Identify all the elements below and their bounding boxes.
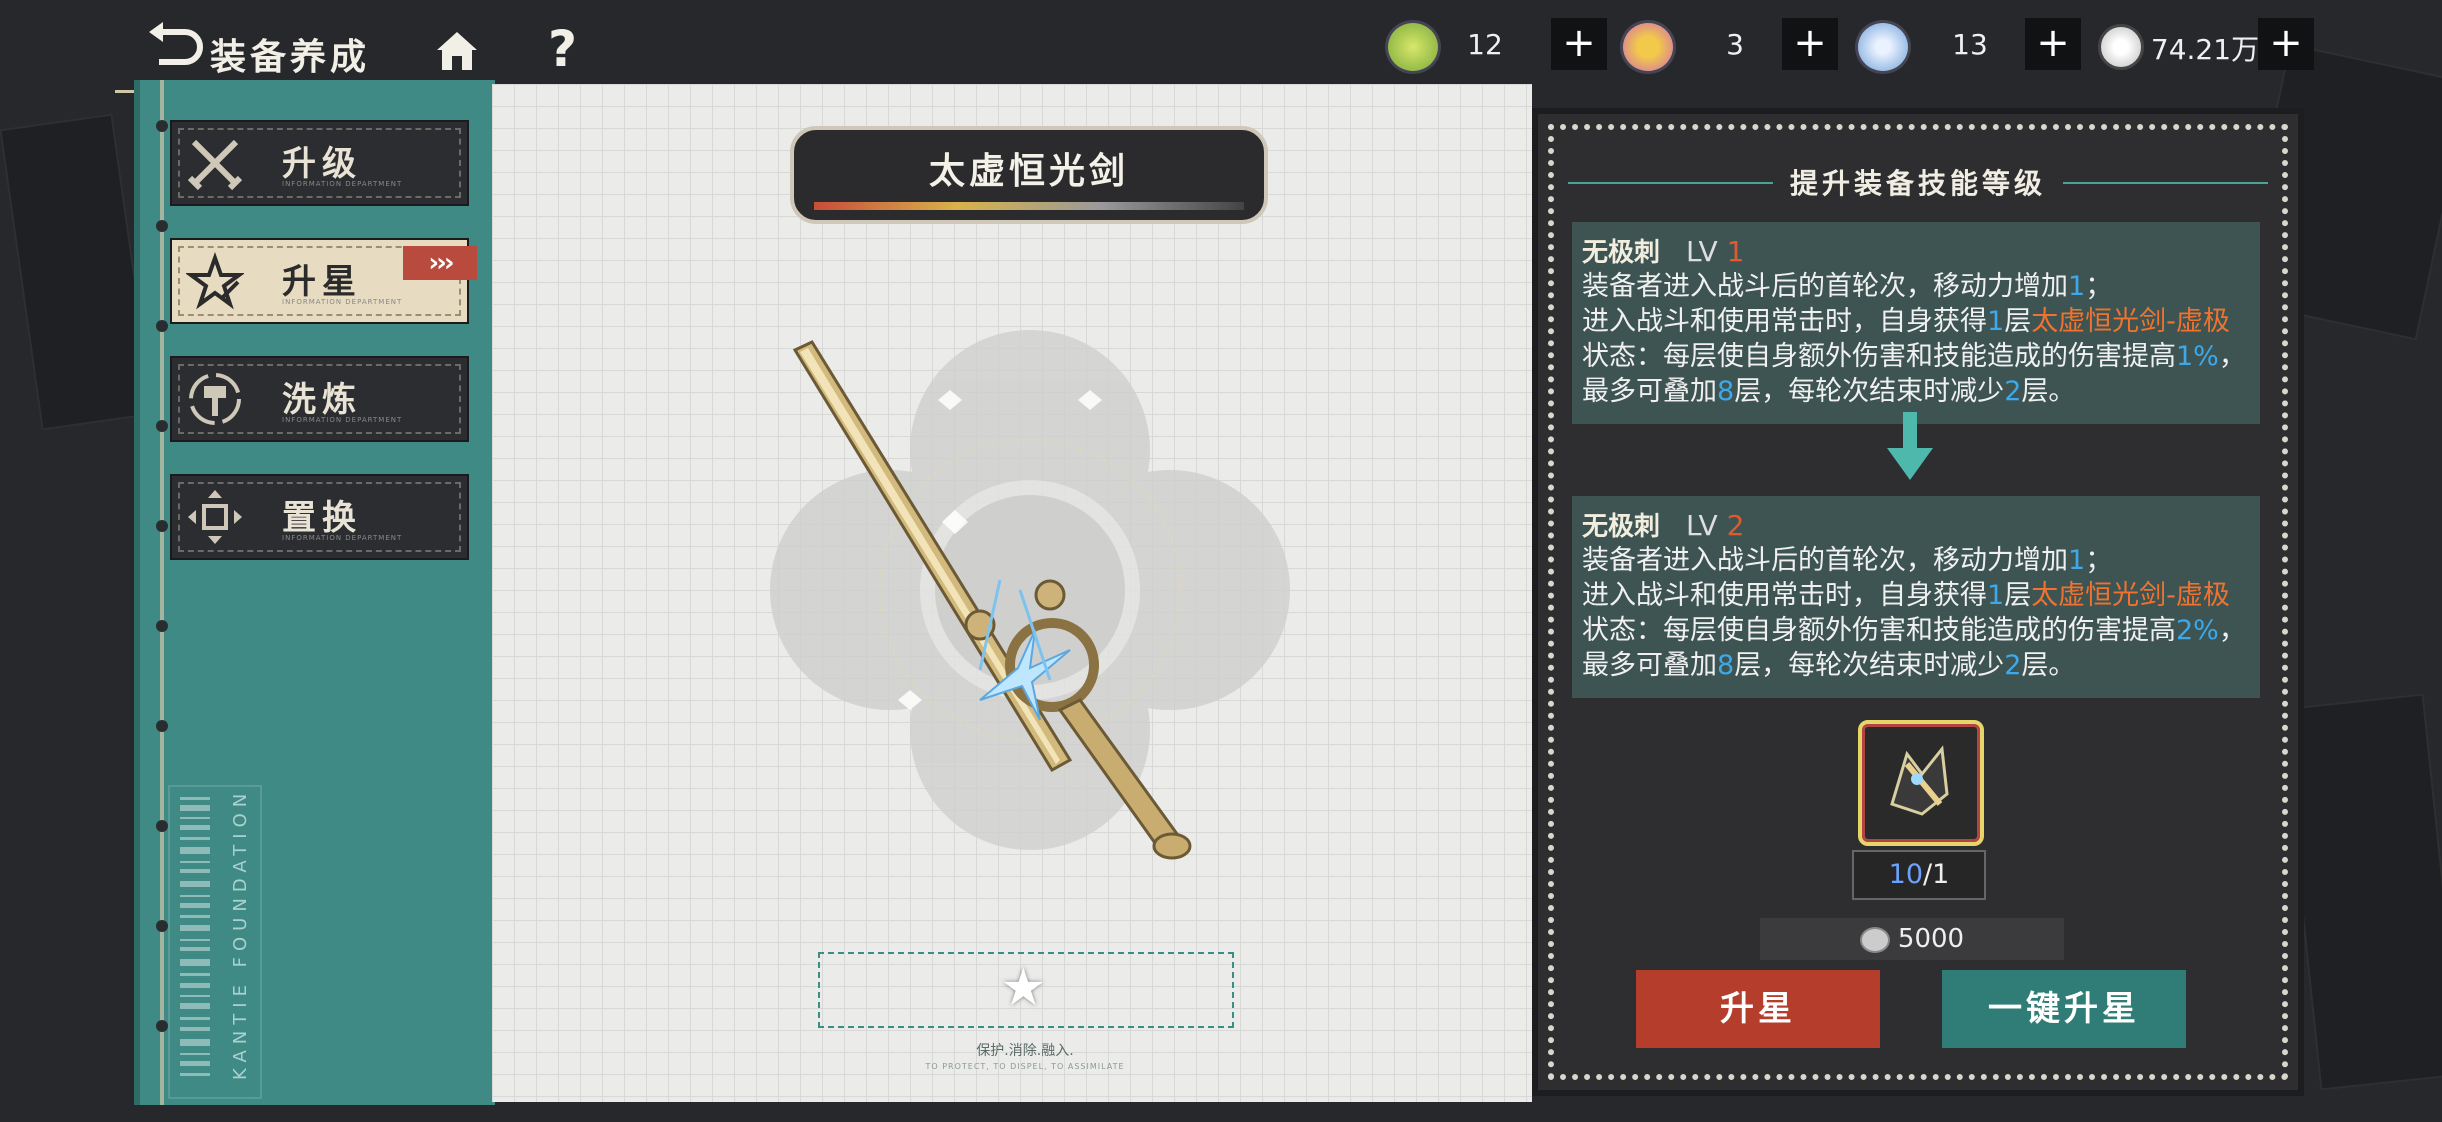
crossed-swords-icon	[187, 139, 243, 191]
material-item[interactable]	[1858, 720, 1984, 846]
resource-count: 74.21万	[2150, 33, 2260, 66]
sidebar-item-label: 洗炼	[282, 380, 362, 420]
resource-slot: 13 +	[1855, 18, 2085, 74]
skill-description: 装备者进入战斗后的首轮次，移动力增加1； 进入战斗和使用常击时，自身获得1层太虚…	[1582, 271, 2246, 407]
binder-hole	[156, 220, 168, 232]
add-resource-button[interactable]: +	[1551, 18, 1607, 70]
home-button[interactable]	[432, 26, 482, 76]
add-resource-button[interactable]: +	[1782, 18, 1838, 70]
resource-slot: 3 +	[1620, 18, 1850, 74]
binder-hole	[156, 820, 168, 832]
resource-slot: 74.21万 +	[2098, 18, 2314, 70]
down-arrow-icon	[1887, 412, 1933, 480]
binder-hole	[156, 120, 168, 132]
binder-hole	[156, 620, 168, 632]
binder-hole	[156, 920, 168, 932]
hammer-refine-icon	[189, 373, 241, 425]
sidebar-item-label: 升星	[282, 262, 362, 302]
equipment-name: 太虚恒光剑	[928, 151, 1129, 192]
upgrade-cost: 5000	[1760, 918, 2064, 960]
resource-count: 3	[1726, 28, 1744, 61]
sidebar-item-refine[interactable]: 洗炼 INFORMATION DEPARTMENT	[170, 356, 469, 442]
back-button[interactable]	[145, 22, 205, 72]
home-icon	[437, 32, 477, 70]
binder-hole	[156, 520, 168, 532]
skill-level: LV 2	[1686, 509, 1745, 542]
add-resource-button[interactable]: +	[2025, 18, 2081, 70]
sword-emblem	[770, 330, 1290, 860]
page-title: 装备养成	[210, 37, 371, 78]
protect-slot[interactable]: ★	[818, 952, 1234, 1028]
foundation-label: KANTIE FOUNDATION	[230, 787, 251, 1080]
add-resource-button[interactable]: +	[2258, 18, 2314, 70]
swap-arrows-icon	[188, 490, 242, 544]
binder-hole	[156, 320, 168, 332]
sidebar-item-sub: INFORMATION DEPARTMENT	[282, 534, 403, 542]
green-swap-currency-icon	[1385, 20, 1441, 74]
binder-hole	[156, 720, 168, 732]
binder-hole	[156, 420, 168, 432]
sword-fragment-material-icon	[1890, 745, 1949, 816]
sidebar-item-star-up[interactable]: 升星 INFORMATION DEPARTMENT ›››	[170, 238, 477, 324]
sidebar-item-sub: INFORMATION DEPARTMENT	[282, 180, 403, 188]
sidebar-item-sub: INFORMATION DEPARTMENT	[282, 298, 403, 306]
back-arrow-icon	[149, 22, 203, 65]
rarity-bar	[814, 202, 1244, 210]
skill-level: LV 1	[1686, 235, 1745, 268]
help-button[interactable]: ?	[548, 20, 577, 78]
star-up-button[interactable]: 升星	[1636, 970, 1880, 1048]
skill-name: 无极刺	[1582, 512, 1661, 542]
sidebar-item-label: 升级	[282, 144, 362, 184]
slot-caption: 保护.消除.融入.	[976, 1043, 1074, 1059]
slot-caption-en: TO PROTECT, TO DISPEL, TO ASSIMILATE	[925, 1062, 1125, 1071]
star-icon: ★	[1000, 958, 1047, 1018]
skill-name: 无极刺	[1582, 238, 1661, 268]
binder-hole	[156, 1020, 168, 1032]
sidebar-item-sub: INFORMATION DEPARTMENT	[282, 416, 403, 424]
skill-next: 无极刺 LV 2 装备者进入战斗后的首轮次，移动力增加1； 进入战斗和使用常击时，…	[1572, 496, 2260, 698]
sidebar-item-label: 置换	[282, 498, 362, 538]
star-upgrade-icon	[186, 252, 244, 310]
sidebar-item-swap[interactable]: 置换 INFORMATION DEPARTMENT	[170, 474, 469, 560]
resource-count: 12	[1467, 28, 1503, 61]
panel-title: 提升装备技能等级	[1789, 167, 2046, 200]
sidebar-item-upgrade[interactable]: 升级 INFORMATION DEPARTMENT	[170, 120, 469, 206]
sidebar-spine	[160, 80, 164, 1105]
material-count: 10/1	[1852, 850, 1986, 900]
equipment-name-plate: 太虚恒光剑	[790, 126, 1268, 224]
background-card	[2280, 693, 2442, 1091]
resource-slot: 12 +	[1385, 18, 1615, 74]
pink-ring-currency-icon	[1620, 20, 1676, 74]
one-key-star-up-button[interactable]: 一键升星	[1942, 970, 2186, 1048]
top-bar: 装备养成 ? 12 + 3 + 13 + 74.21万 +	[0, 0, 2442, 93]
silver-coin-icon	[2098, 24, 2144, 70]
active-marker: ›››	[403, 246, 477, 280]
skill-current: 无极刺 LV 1 装备者进入战斗后的首轮次，移动力增加1； 进入战斗和使用常击时，…	[1572, 222, 2260, 424]
background-card	[0, 113, 155, 431]
silver-coin-icon	[1859, 926, 1890, 953]
blue-clock-currency-icon	[1855, 20, 1911, 74]
skill-description: 装备者进入战斗后的首轮次，移动力增加1； 进入战斗和使用常击时，自身获得1层太虚…	[1582, 545, 2246, 681]
resource-count: 13	[1952, 28, 1988, 61]
